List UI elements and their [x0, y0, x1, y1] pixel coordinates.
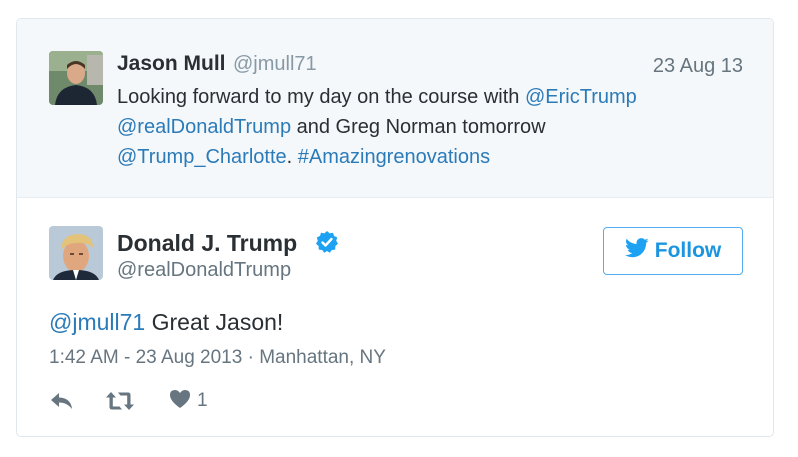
author-handle[interactable]: @realDonaldTrump: [117, 259, 291, 282]
mention-link[interactable]: @jmull71: [49, 309, 145, 335]
reply-icon[interactable]: [49, 391, 75, 411]
tweet-text: Looking forward to my day on the course …: [117, 82, 717, 172]
author-name[interactable]: Donald J. Trump: [117, 230, 297, 257]
mention-link[interactable]: @realDonaldTrump: [117, 116, 291, 138]
text-segment: .: [286, 146, 298, 168]
follow-label: Follow: [654, 239, 722, 262]
author-handle[interactable]: @jmull71: [233, 53, 317, 76]
separator: ·: [242, 347, 260, 368]
embedded-tweet-card: Jason Mull @jmull71 23 Aug 13 Looking fo…: [16, 18, 774, 437]
follow-button[interactable]: Follow: [603, 227, 743, 275]
avatar[interactable]: [49, 226, 103, 280]
mention-link[interactable]: @EricTrump: [525, 86, 637, 108]
tweet-actions: 1: [49, 389, 208, 413]
tweet-meta: 1:42 AM - 23 Aug 2013 · Manhattan, NY: [49, 347, 386, 369]
like-action[interactable]: 1: [169, 389, 208, 414]
mention-link[interactable]: @Trump_Charlotte: [117, 146, 287, 168]
twitter-bird-icon: [624, 238, 649, 264]
like-count: 1: [197, 390, 208, 411]
location-link[interactable]: Manhattan, NY: [259, 347, 386, 368]
text-segment: and Greg Norman tomorrow: [291, 116, 546, 138]
text-segment: Looking forward to my day on the course …: [117, 86, 525, 108]
text-segment: Great Jason!: [145, 309, 284, 335]
author-name[interactable]: Jason Mull: [117, 52, 226, 76]
verified-icon: [315, 230, 339, 254]
tweet-date[interactable]: 23 Aug 13: [653, 55, 743, 78]
heart-icon: [169, 389, 191, 414]
in-reply-to-tweet[interactable]: Jason Mull @jmull71 23 Aug 13 Looking fo…: [17, 19, 773, 198]
tweet-text: @jmull71 Great Jason!: [49, 309, 283, 336]
hashtag-link[interactable]: #Amazingrenovations: [298, 146, 490, 168]
avatar[interactable]: [49, 51, 103, 105]
retweet-icon[interactable]: [105, 390, 135, 412]
timestamp-link[interactable]: 1:42 AM - 23 Aug 2013: [49, 347, 242, 368]
